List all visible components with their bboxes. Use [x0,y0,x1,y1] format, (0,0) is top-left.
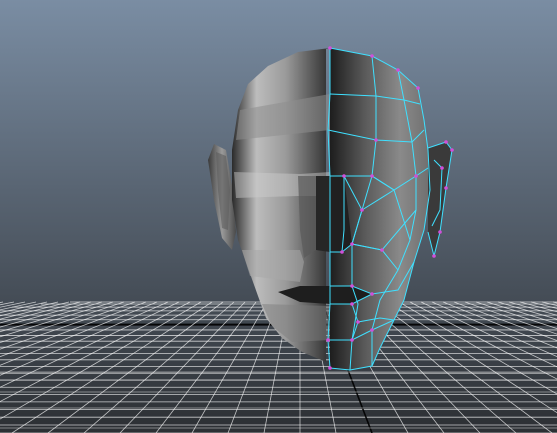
viewport-canvas[interactable] [0,0,557,433]
3d-viewport-panel[interactable] [0,0,557,433]
nose-bridge-facet [316,176,330,252]
